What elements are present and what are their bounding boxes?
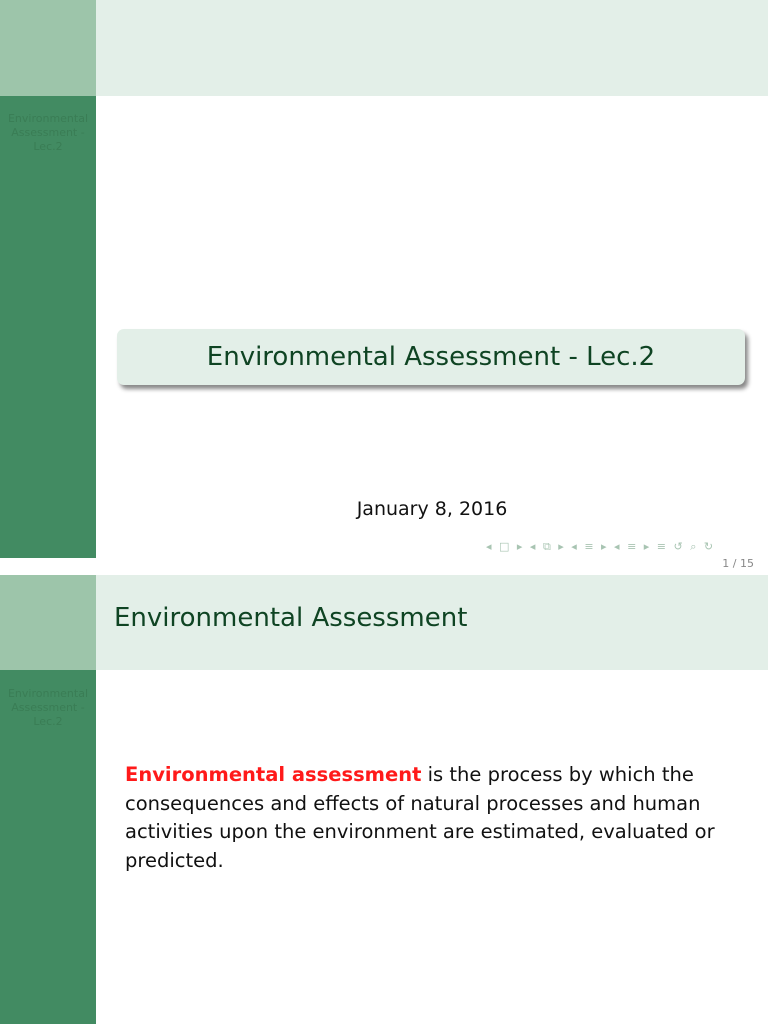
sidebar-corner: [0, 575, 96, 670]
header-bar: [96, 0, 768, 96]
title-box: Environmental Assessment - Lec.2: [117, 329, 745, 385]
date: January 8, 2016: [356, 498, 508, 520]
navigation-controls[interactable]: ◂ □ ▸ ◂ ⧉ ▸ ◂ ≡ ▸ ◂ ≡ ▸ ≡ ↺ ⌕ ↻: [486, 540, 715, 554]
definition-paragraph: Environmental assessment is the process …: [125, 761, 725, 875]
sidebar-title[interactable]: Environmental Assessment - Lec.2: [0, 687, 96, 729]
frame-title: Environmental Assessment: [114, 603, 468, 633]
presentation-title: Environmental Assessment - Lec.2: [206, 342, 656, 372]
sidebar-title[interactable]: Environmental Assessment - Lec.2: [0, 112, 96, 154]
sidebar-corner: [0, 0, 96, 96]
page-number: 1 / 15: [722, 557, 754, 570]
sidebar: [0, 96, 96, 558]
highlighted-term: Environmental assessment: [125, 763, 422, 786]
